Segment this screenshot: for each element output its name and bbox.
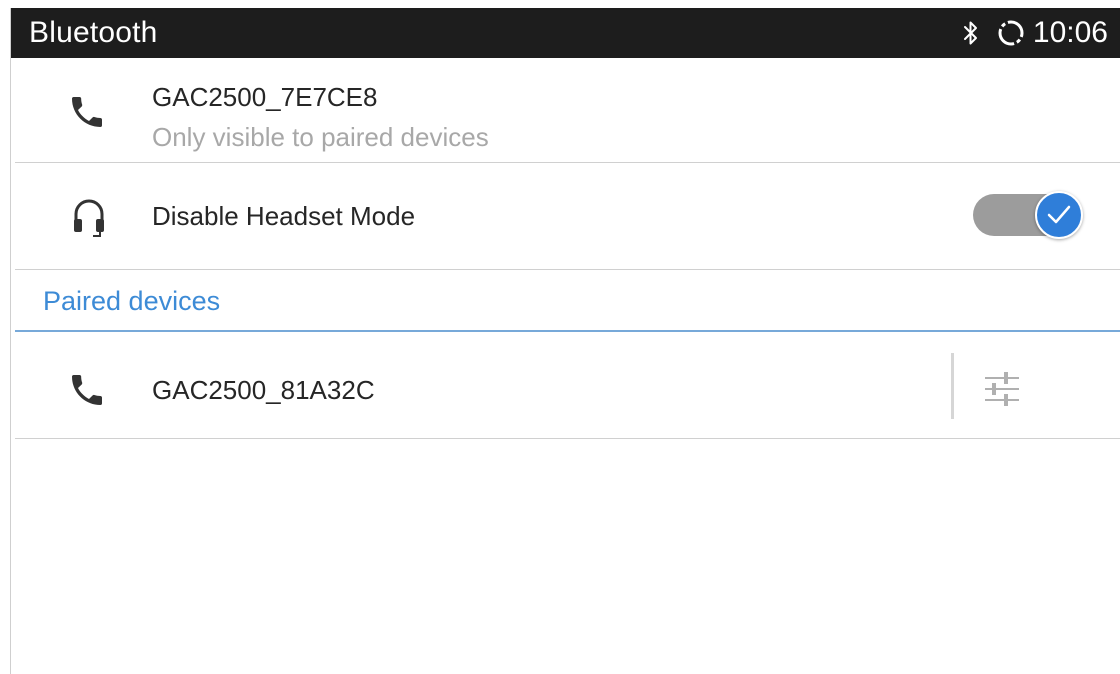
device-settings-button[interactable] bbox=[976, 363, 1028, 415]
bluetooth-icon bbox=[963, 19, 979, 47]
status-bar: Bluetooth 10:06 bbox=[11, 8, 1120, 58]
phone-icon bbox=[67, 370, 107, 415]
divider bbox=[15, 269, 1120, 270]
headset-mode-row[interactable]: Disable Headset Mode bbox=[15, 163, 1120, 269]
bluetooth-settings-screen: Bluetooth 10:06 GAC2500_7E7CE8 Only visi… bbox=[10, 8, 1120, 674]
headset-icon bbox=[69, 196, 109, 245]
paired-devices-header: Paired devices bbox=[43, 286, 221, 316]
paired-device-name: GAC2500_81A32C bbox=[152, 375, 375, 405]
headset-mode-toggle[interactable] bbox=[971, 187, 1083, 243]
visibility-status: Only visible to paired devices bbox=[152, 122, 489, 152]
row-separator bbox=[951, 353, 954, 419]
local-device-name: GAC2500_7E7CE8 bbox=[152, 82, 378, 112]
paired-device-row[interactable]: GAC2500_81A32C bbox=[15, 332, 1120, 438]
sync-icon bbox=[995, 17, 1027, 49]
toggle-thumb bbox=[1035, 191, 1083, 239]
status-icons: 10:06 bbox=[963, 8, 1108, 58]
settings-sliders-icon bbox=[985, 372, 1019, 406]
clock: 10:06 bbox=[1032, 16, 1108, 49]
headset-mode-label: Disable Headset Mode bbox=[152, 201, 416, 231]
screen-title: Bluetooth bbox=[29, 16, 158, 49]
divider bbox=[15, 438, 1120, 439]
checkmark-icon bbox=[1047, 205, 1071, 224]
phone-icon bbox=[67, 92, 107, 137]
local-device-row[interactable]: GAC2500_7E7CE8 Only visible to paired de… bbox=[15, 66, 1120, 162]
